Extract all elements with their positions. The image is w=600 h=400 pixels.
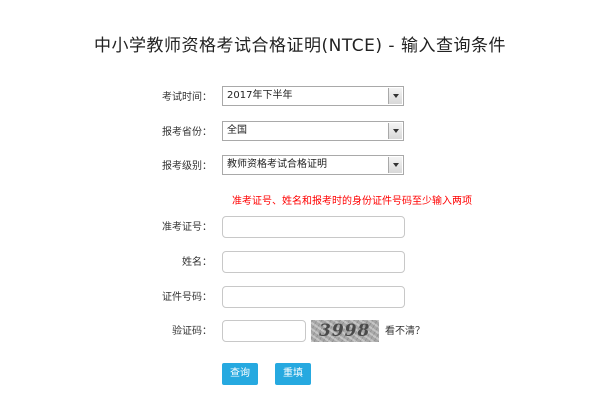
reset-button[interactable]: 重填 — [275, 363, 311, 385]
province-row: 报考省份： 全国 — [0, 121, 600, 145]
chevron-down-icon[interactable] — [388, 88, 402, 104]
id-no-input[interactable] — [222, 286, 405, 308]
query-button[interactable]: 查询 — [222, 363, 258, 385]
exam-time-select[interactable]: 2017年下半年 — [222, 86, 404, 106]
exam-time-row: 考试时间： 2017年下半年 — [0, 86, 600, 110]
ticket-no-label: 准考证号： — [162, 222, 212, 233]
chevron-down-icon[interactable] — [388, 123, 402, 139]
chevron-down-icon[interactable] — [388, 157, 402, 173]
id-no-label: 证件号码： — [162, 292, 212, 303]
captcha-image[interactable]: 3998 — [311, 320, 379, 342]
level-select[interactable]: 教师资格考试合格证明 — [222, 155, 404, 175]
captcha-image-text: 3998 — [319, 321, 371, 341]
province-selected: 全国 — [227, 125, 247, 136]
page-title: 中小学教师资格考试合格证明(NTCE) - 输入查询条件 — [94, 36, 506, 56]
name-row: 姓名： — [0, 251, 600, 275]
province-label: 报考省份： — [162, 127, 212, 138]
exam-time-label: 考试时间： — [162, 92, 212, 103]
level-row: 报考级别： 教师资格考试合格证明 — [0, 155, 600, 179]
province-select[interactable]: 全国 — [222, 121, 404, 141]
input-hint: 准考证号、姓名和报考时的身份证件号码至少输入两项 — [232, 196, 472, 207]
exam-time-selected: 2017年下半年 — [227, 90, 293, 101]
captcha-label: 验证码： — [172, 326, 212, 337]
name-label: 姓名： — [182, 257, 212, 268]
query-page: 中小学教师资格考试合格证明(NTCE) - 输入查询条件 考试时间： 2017年… — [0, 0, 600, 400]
captcha-input[interactable] — [222, 320, 306, 342]
captcha-refresh-link[interactable]: 看不清？ — [385, 320, 425, 344]
id-no-row: 证件号码： — [0, 286, 600, 310]
name-input[interactable] — [222, 251, 405, 273]
level-label: 报考级别： — [162, 161, 212, 172]
captcha-row: 验证码： 3998 看不清？ — [0, 320, 600, 344]
level-selected: 教师资格考试合格证明 — [227, 159, 327, 170]
ticket-no-row: 准考证号： — [0, 216, 600, 240]
ticket-no-input[interactable] — [222, 216, 405, 238]
